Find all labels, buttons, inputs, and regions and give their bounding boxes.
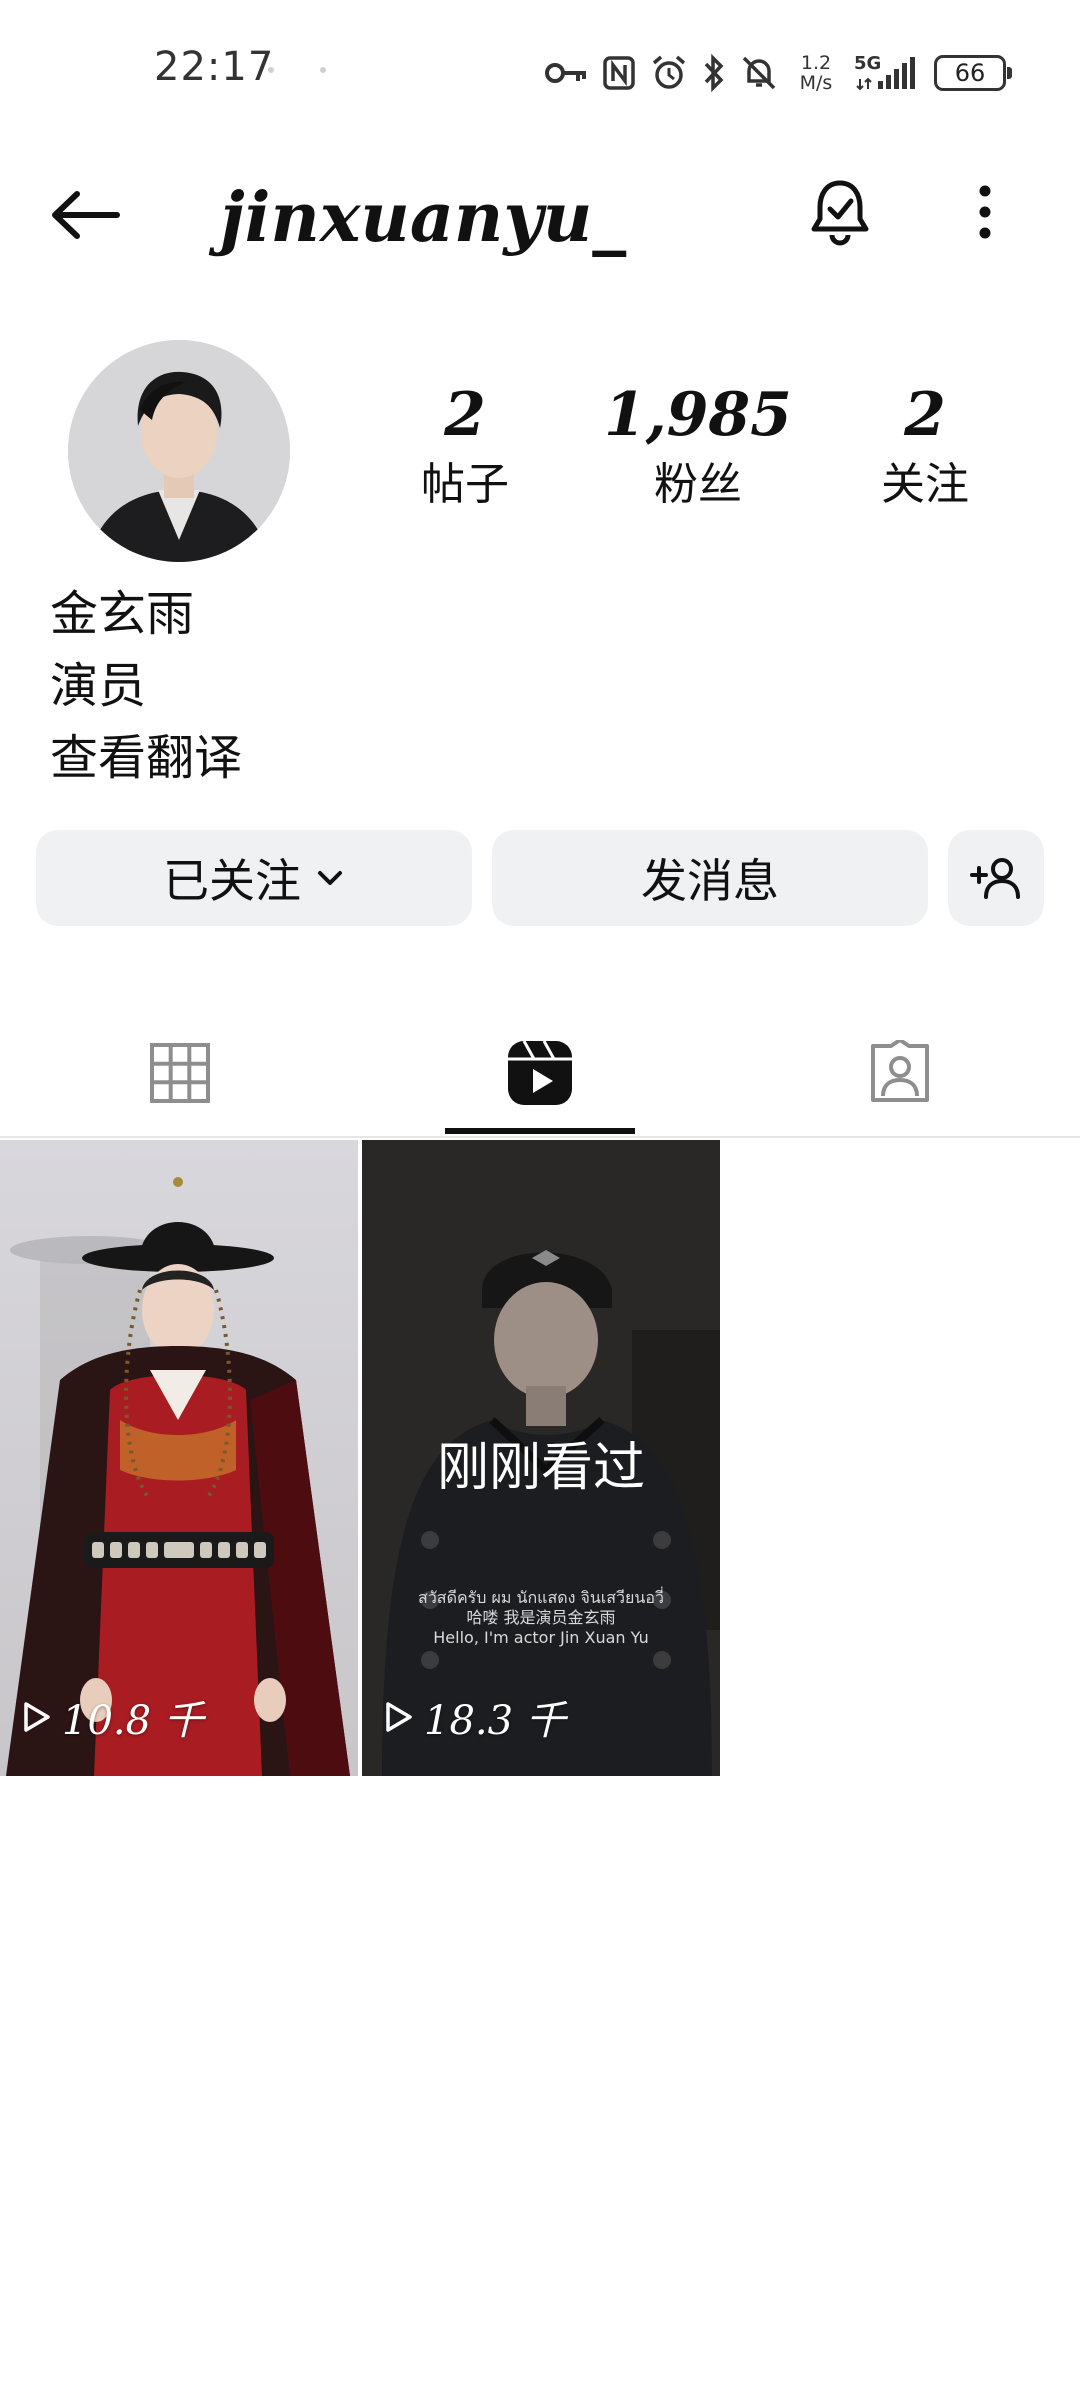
- tab-tagged[interactable]: [720, 1010, 1080, 1136]
- net-speed: 1.2 M/s: [792, 53, 840, 93]
- reel-view-count: 18.3 千: [384, 1688, 566, 1746]
- reel-views-text: 10.8 千: [62, 1698, 204, 1744]
- stat-following-count: 2: [904, 380, 946, 450]
- grid-icon: [150, 1043, 210, 1103]
- arrow-left-icon: [52, 191, 120, 239]
- just-watched-label: 刚刚看过: [436, 1438, 645, 1498]
- message-button-label: 发消息: [641, 854, 779, 908]
- tab-reels[interactable]: [360, 1010, 720, 1136]
- message-button[interactable]: 发消息: [492, 830, 928, 926]
- stat-posts-count: 2: [444, 380, 486, 450]
- see-translation-link[interactable]: 查看翻译: [50, 722, 242, 794]
- reel-thumbnail[interactable]: 10.8 千: [0, 1140, 358, 1776]
- profile-avatar[interactable]: [68, 340, 290, 562]
- profile-username: jinxuanyu_: [220, 178, 627, 258]
- add-user-icon: [970, 858, 1020, 899]
- status-time: 22:17: [154, 44, 275, 90]
- back-button[interactable]: [40, 180, 130, 250]
- stat-posts[interactable]: 2 帖子: [365, 380, 565, 520]
- mute-icon: [742, 56, 776, 90]
- alarm-icon: [652, 55, 686, 89]
- tagged-user-icon: [871, 1040, 929, 1102]
- add-user-button[interactable]: [948, 830, 1044, 926]
- profile-display-name: 金玄雨: [50, 586, 195, 642]
- avatar-portrait: [68, 340, 290, 562]
- more-options-button[interactable]: [955, 172, 1015, 252]
- reel-subtitle-zh: 哈喽 我是演员金玄雨: [466, 1608, 616, 1627]
- reel-subtitle-en: Hello, I'm actor Jin Xuan Yu: [433, 1628, 649, 1647]
- status-icons: 1.2 M/s 5G 66: [544, 48, 1012, 98]
- net-speed-value: 1.2: [800, 52, 832, 74]
- following-button-label: 已关注: [163, 854, 301, 908]
- stat-following[interactable]: 2 关注: [825, 380, 1025, 520]
- play-outline-icon: [386, 1702, 412, 1732]
- nfc-icon: [603, 56, 635, 90]
- more-vertical-icon: [979, 185, 991, 239]
- following-button[interactable]: 已关注: [36, 830, 472, 926]
- play-outline-icon: [24, 1702, 50, 1732]
- net-speed-unit: M/s: [799, 72, 833, 94]
- tab-posts-grid[interactable]: [0, 1010, 360, 1136]
- stat-followers[interactable]: 1,985 粉丝: [598, 380, 798, 520]
- bluetooth-icon: [704, 54, 724, 92]
- reel-subtitle-th: สวัสดีครับ ผม นักแสดง จินเสวียนอวี่: [418, 1588, 664, 1607]
- reels-icon: [508, 1040, 572, 1105]
- battery-indicator: 66: [934, 55, 1012, 91]
- stat-followers-count: 1,985: [604, 380, 792, 450]
- stat-following-label: 关注: [881, 459, 969, 510]
- stat-followers-label: 粉丝: [654, 459, 742, 510]
- reel-1-image: [0, 1140, 358, 1776]
- reel-view-count: 10.8 千: [22, 1688, 204, 1746]
- notifications-button[interactable]: [800, 172, 880, 252]
- profile-tabs: [0, 1010, 1080, 1138]
- reel-views-text: 18.3 千: [424, 1698, 566, 1744]
- key-icon: [545, 63, 586, 83]
- status-bar: 22:17 1.2 M/s 5G 66: [0, 0, 1080, 150]
- active-tab-indicator: [445, 1128, 635, 1134]
- profile-occupation: 演员: [50, 658, 147, 714]
- profile-header: jinxuanyu_: [0, 150, 1080, 280]
- reel-thumbnail[interactable]: 刚刚看过 สวัสดีครับ ผม นักแสดง จินเสวียนอวี่…: [362, 1140, 720, 1776]
- stat-posts-label: 帖子: [421, 459, 509, 510]
- bell-check-icon: [811, 180, 869, 246]
- chevron-down-icon: [318, 871, 342, 885]
- profile-bio: 金玄雨 演员 查看翻译: [50, 578, 242, 794]
- notification-dots: [268, 66, 328, 74]
- signal-5g-icon: 5G: [854, 53, 920, 93]
